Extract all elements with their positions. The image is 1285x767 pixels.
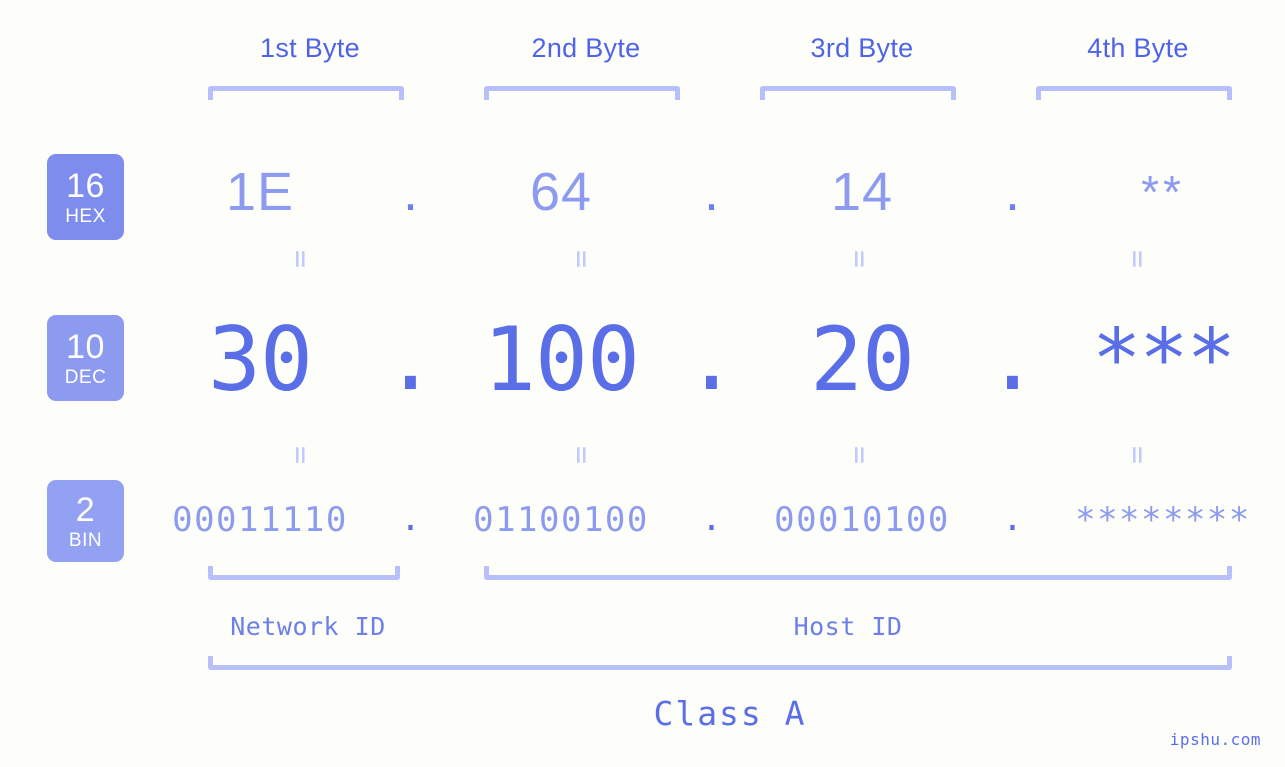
byte-bracket-4 [1036,86,1232,100]
hex-separator-3: . [1004,161,1020,222]
radix-badge-hex: 16 HEX [47,154,124,240]
bin-byte-4-masked: ******** [1075,500,1251,540]
bin-separator-1: . [400,499,421,540]
hex-byte-1: 1E [225,162,295,222]
radix-name-dec: DEC [64,366,107,388]
radix-badge-bin: 2 BIN [47,480,124,562]
byte-header-label-1: 1st Byte [260,33,360,63]
bin-value-row: 00011110 . 01100100 . 00010100 . *******… [140,489,1285,551]
radix-name-hex: HEX [65,205,106,227]
radix-number-bin: 2 [75,490,96,529]
dec-byte-1: 30 [208,308,313,411]
bin-separator-2: . [701,499,722,540]
byte-bracket-2 [484,86,680,100]
bin-byte-2: 01100100 [473,500,649,540]
radix-badge-dec: 10 DEC [47,315,124,401]
host-id-bracket [484,566,1232,580]
site-watermark: ipshu.com [1169,730,1261,749]
class-label: Class A [653,694,807,733]
bin-byte-1: 00011110 [172,500,348,540]
radix-number-dec: 10 [66,327,105,366]
hex-separator-2: . [703,161,719,222]
byte-header-label-3: 3rd Byte [810,33,914,63]
bin-byte-3: 00010100 [774,500,950,540]
byte-bracket-3 [760,86,956,100]
dec-byte-4-masked: *** [1091,312,1236,407]
byte-header-label-4: 4th Byte [1087,33,1189,63]
dec-separator-1: . [384,307,437,411]
radix-name-bin: BIN [68,529,103,551]
dec-separator-2: . [685,307,738,411]
radix-number-hex: 16 [66,166,105,205]
ip-byte-diagram: 1st Byte 2nd Byte 3rd Byte 4th Byte 16 H… [0,0,1285,767]
byte-bracket-1 [208,86,404,100]
hex-byte-2: 64 [529,162,593,222]
host-id-label: Host ID [793,612,903,641]
hex-separator-1: . [402,161,418,222]
network-id-label: Network ID [230,612,386,641]
network-id-bracket [208,566,400,580]
dec-byte-2: 100 [483,308,640,411]
class-bracket [208,656,1232,670]
byte-header-label-2: 2nd Byte [531,33,641,63]
hex-byte-4-masked: ** [1141,166,1185,218]
dec-separator-3: . [986,307,1039,411]
bin-separator-3: . [1002,499,1023,540]
